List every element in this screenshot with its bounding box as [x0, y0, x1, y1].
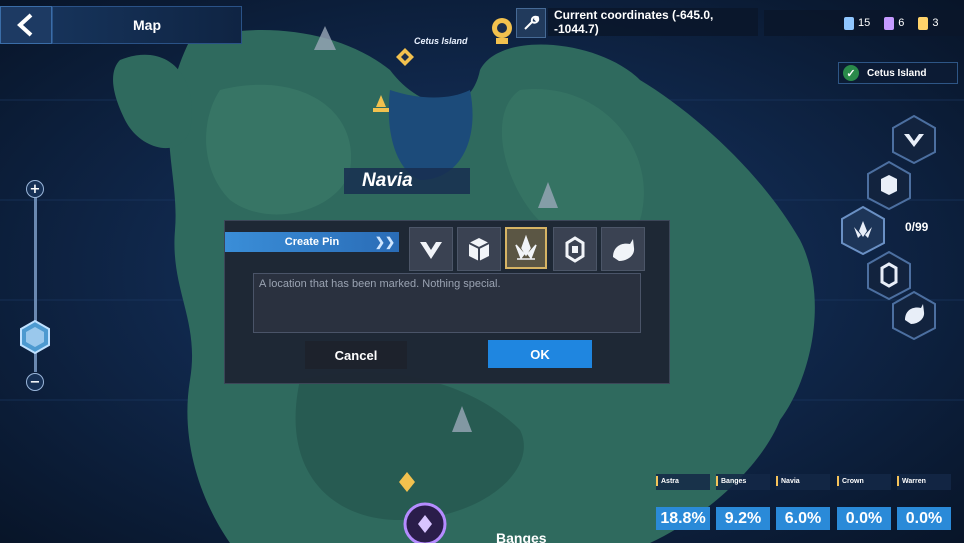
chevron-left-icon [17, 13, 33, 37]
stat-percent: 6.0% [776, 507, 830, 530]
double-chevron-icon: ❯❯ [374, 235, 395, 249]
resource-counter: 6 [884, 16, 905, 30]
check-icon: ✓ [843, 65, 859, 81]
zoom-out-button[interactable]: − [26, 373, 44, 391]
crate-pin-icon [468, 238, 490, 261]
teleport-icon[interactable] [490, 16, 514, 46]
stat-area-name: Navia [776, 474, 830, 490]
rift-icon[interactable] [402, 501, 448, 543]
lotus-pin-icon [515, 234, 537, 260]
crystal-pin-icon [565, 236, 585, 263]
purple-cube-icon [884, 16, 895, 30]
zoom-in-button[interactable]: + [26, 180, 44, 198]
stat-area-name: Warren [897, 474, 951, 490]
mountain-icon [314, 26, 336, 50]
dialog-title: Create Pin ❯❯ [225, 232, 399, 252]
resource-count: 6 [898, 17, 905, 29]
resource-count: 3 [932, 17, 939, 29]
resource-counters: 15 6 3 [764, 10, 964, 36]
back-button[interactable] [0, 6, 52, 44]
resource-count: 15 [858, 17, 871, 29]
stat-area-name: Banges [716, 474, 770, 490]
gold-cube-icon [918, 16, 929, 30]
cancel-button[interactable]: Cancel [305, 341, 407, 369]
resource-counter: 15 [844, 16, 871, 30]
region-selector[interactable]: ✓ Cetus Island [838, 62, 958, 84]
pin-filter-lotus[interactable] [840, 205, 886, 255]
island-label: Cetus Island [414, 36, 468, 46]
mountain-icon [538, 182, 558, 208]
dialog-title-text: Create Pin [284, 236, 340, 248]
area-label: Navia [344, 168, 470, 194]
stat-percent: 0.0% [837, 507, 891, 530]
blue-cube-icon [844, 16, 854, 30]
stat-area-name: Astra [656, 474, 710, 490]
mountain-icon [452, 406, 472, 432]
exploration-stat: Crown 0.0% [837, 474, 891, 530]
creature-pin-icon [613, 239, 635, 261]
ok-button[interactable]: OK [488, 340, 592, 368]
pin-option-crate[interactable] [457, 227, 501, 271]
pin-option-chevron-crown[interactable] [409, 227, 453, 271]
stat-percent: 18.8% [656, 507, 710, 530]
stat-percent: 9.2% [716, 507, 770, 530]
pin-filter-creature[interactable] [891, 290, 937, 340]
exploration-stat: Banges 9.2% [716, 474, 770, 530]
exploration-stat: Warren 0.0% [897, 474, 951, 530]
pin-filter-chevron-crown[interactable] [891, 114, 937, 164]
tower-icon[interactable] [370, 93, 392, 115]
waypoint-icon[interactable] [395, 47, 415, 67]
pin-description-text: A location that has been marked. Nothing… [259, 278, 501, 290]
stat-percent: 0.0% [897, 507, 951, 530]
stat-area-name: Crown [837, 474, 891, 490]
chevron-crown-pin-icon [420, 242, 442, 259]
pin-option-lotus[interactable] [505, 227, 547, 269]
pin-description-field[interactable]: A location that has been marked. Nothing… [253, 273, 641, 333]
exploration-stat: Astra 18.8% [656, 474, 710, 530]
page-title: Map [52, 6, 242, 44]
bottom-area-label: Banges [496, 533, 547, 543]
resource-counter: 3 [918, 16, 939, 30]
create-pin-dialog: Create Pin ❯❯ A location that has been m… [224, 220, 670, 384]
zoom-handle[interactable] [18, 320, 52, 354]
coordinates-readout: Current coordinates (-645.0, -1044.7) [548, 8, 758, 36]
exploration-stat: Navia 6.0% [776, 474, 830, 530]
pin-option-creature[interactable] [601, 227, 645, 271]
wrench-icon[interactable] [516, 8, 546, 38]
region-name: Cetus Island [867, 67, 927, 79]
pin-option-crystal[interactable] [553, 227, 597, 271]
player-location-icon [399, 472, 415, 492]
pin-filter-crate[interactable] [866, 160, 912, 210]
pin-count: 0/99 [905, 220, 929, 234]
